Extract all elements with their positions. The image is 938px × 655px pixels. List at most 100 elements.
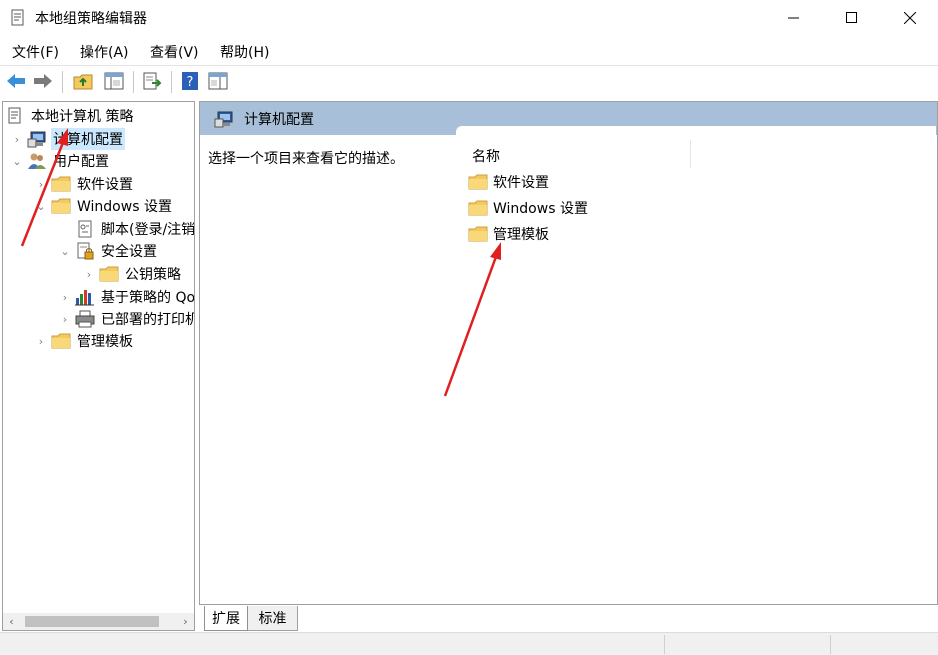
status-bar xyxy=(0,632,938,655)
tree-item-label: 已部署的打印机 xyxy=(101,312,195,328)
tree-item-software-settings[interactable]: › 软件设置 xyxy=(35,173,135,195)
folder-icon xyxy=(51,175,71,193)
help-button[interactable]: ? xyxy=(179,70,201,92)
close-icon xyxy=(904,12,916,24)
toolbar-separator xyxy=(133,71,134,93)
tree-item-security-settings[interactable]: ⌄ 安全设置 xyxy=(59,240,159,262)
show-hide-tree-button[interactable] xyxy=(103,70,125,92)
tree-item-deployed-printers[interactable]: › 已部署的打印机 xyxy=(59,308,195,330)
list-item-label: Windows 设置 xyxy=(493,201,588,217)
chart-icon xyxy=(75,288,95,306)
policy-doc-icon xyxy=(5,107,25,125)
expand-arrow-icon[interactable]: › xyxy=(35,335,47,348)
users-icon xyxy=(27,152,47,170)
tree-item-label: 脚本(登录/注销) xyxy=(101,222,195,238)
console-tree: 本地计算机 策略 › 计算机配置 ⌄ 用户配置 › 软件设置 ⌄ Windows… xyxy=(2,101,195,631)
title-bar: 本地组策略编辑器 xyxy=(0,0,938,36)
tree-item-label: 计算机配置 xyxy=(51,128,125,150)
list-item-windows-settings[interactable]: Windows 设置 xyxy=(468,197,588,219)
expand-arrow-icon[interactable]: › xyxy=(59,291,71,304)
maximize-icon xyxy=(846,12,857,23)
policy-editor-app-icon xyxy=(11,9,24,26)
back-icon xyxy=(7,74,25,88)
up-folder-button[interactable] xyxy=(72,70,94,92)
minimize-icon xyxy=(788,17,799,19)
tree-item-local-policy[interactable]: 本地计算机 策略 xyxy=(5,105,135,127)
help-icon: ? xyxy=(182,72,198,90)
tree-item-computer-config[interactable]: › 计算机配置 xyxy=(11,128,125,150)
collapse-arrow-icon[interactable]: ⌄ xyxy=(35,200,47,213)
collapse-arrow-icon[interactable]: ⌄ xyxy=(11,155,23,168)
properties-pane-icon xyxy=(208,72,228,90)
tree-item-label: 公钥策略 xyxy=(125,267,181,283)
forward-button[interactable] xyxy=(32,70,54,92)
toolbar-separator xyxy=(171,71,172,93)
tab-extended[interactable]: 扩展 xyxy=(204,606,248,631)
script-icon xyxy=(75,220,95,238)
list-item-admin-templates[interactable]: 管理模板 xyxy=(468,223,549,245)
list-item-software-settings[interactable]: 软件设置 xyxy=(468,171,549,193)
computer-icon xyxy=(214,111,233,127)
column-divider[interactable] xyxy=(690,140,691,168)
folder-icon xyxy=(468,226,488,242)
tree-item-label: Windows 设置 xyxy=(77,199,172,215)
menu-help[interactable]: 帮助(H) xyxy=(220,42,269,62)
folder-icon xyxy=(468,174,488,190)
tree-item-scripts[interactable]: 脚本(登录/注销) xyxy=(59,218,195,240)
tree-horizontal-scrollbar[interactable]: ‹ › xyxy=(3,613,194,630)
minimize-button[interactable] xyxy=(764,0,824,36)
window-title: 本地组策略编辑器 xyxy=(35,11,147,27)
folder-icon xyxy=(99,265,119,283)
printer-icon xyxy=(75,310,95,328)
forward-icon xyxy=(34,74,52,88)
security-icon xyxy=(75,242,95,260)
close-button[interactable] xyxy=(880,0,938,36)
show-hide-tree-icon xyxy=(104,72,124,90)
tree-item-label: 安全设置 xyxy=(101,244,157,260)
tree-item-label: 管理模板 xyxy=(77,334,133,350)
details-title: 计算机配置 xyxy=(244,111,314,128)
expand-arrow-icon[interactable]: › xyxy=(11,133,23,146)
svg-text:?: ? xyxy=(187,75,194,90)
items-list: 名称 软件设置 Windows 设置 管理模板 xyxy=(456,126,936,604)
collapse-arrow-icon[interactable]: ⌄ xyxy=(59,245,71,258)
list-item-label: 软件设置 xyxy=(493,175,549,191)
tree-item-label: 本地计算机 策略 xyxy=(31,109,134,125)
menu-separator xyxy=(0,65,938,66)
back-button[interactable] xyxy=(5,70,27,92)
expand-arrow-icon[interactable]: › xyxy=(83,268,95,281)
menu-action[interactable]: 操作(A) xyxy=(80,42,129,62)
column-header-name[interactable]: 名称 xyxy=(472,146,500,166)
tree-item-windows-settings[interactable]: ⌄ Windows 设置 xyxy=(35,195,174,217)
tree-item-label: 软件设置 xyxy=(77,177,133,193)
description-text: 选择一个项目来查看它的描述。 xyxy=(208,151,404,167)
tab-standard[interactable]: 标准 xyxy=(248,606,298,631)
folder-icon xyxy=(468,200,488,216)
folder-icon xyxy=(51,197,71,215)
scroll-right-icon[interactable]: › xyxy=(177,613,194,630)
tree-item-qos[interactable]: › 基于策略的 QoS xyxy=(59,286,195,308)
export-list-icon xyxy=(143,72,162,90)
toolbar-separator xyxy=(62,71,63,93)
tree-item-label: 用户配置 xyxy=(53,154,109,170)
export-list-button[interactable] xyxy=(141,70,163,92)
expand-arrow-icon[interactable]: › xyxy=(35,178,47,191)
properties-pane-button[interactable] xyxy=(207,70,229,92)
computer-icon xyxy=(27,130,47,148)
tree-item-admin-templates[interactable]: › 管理模板 xyxy=(35,330,135,352)
tree-item-public-key-policies[interactable]: › 公钥策略 xyxy=(83,263,183,285)
expand-arrow-icon[interactable]: › xyxy=(59,313,71,326)
scroll-left-icon[interactable]: ‹ xyxy=(3,613,20,630)
menu-view[interactable]: 查看(V) xyxy=(150,42,199,62)
maximize-button[interactable] xyxy=(822,0,882,36)
status-divider xyxy=(830,635,831,654)
folder-icon xyxy=(51,332,71,350)
details-pane: 计算机配置 选择一个项目来查看它的描述。 名称 软件设置 Windows 设置 … xyxy=(199,101,938,605)
status-divider xyxy=(664,635,665,654)
toolbar: ? xyxy=(0,67,938,97)
tree-item-user-config[interactable]: ⌄ 用户配置 xyxy=(11,150,111,172)
list-item-label: 管理模板 xyxy=(493,227,549,243)
scrollbar-thumb[interactable] xyxy=(25,616,159,627)
tree-item-label: 基于策略的 QoS xyxy=(101,290,195,306)
menu-file[interactable]: 文件(F) xyxy=(12,42,59,62)
